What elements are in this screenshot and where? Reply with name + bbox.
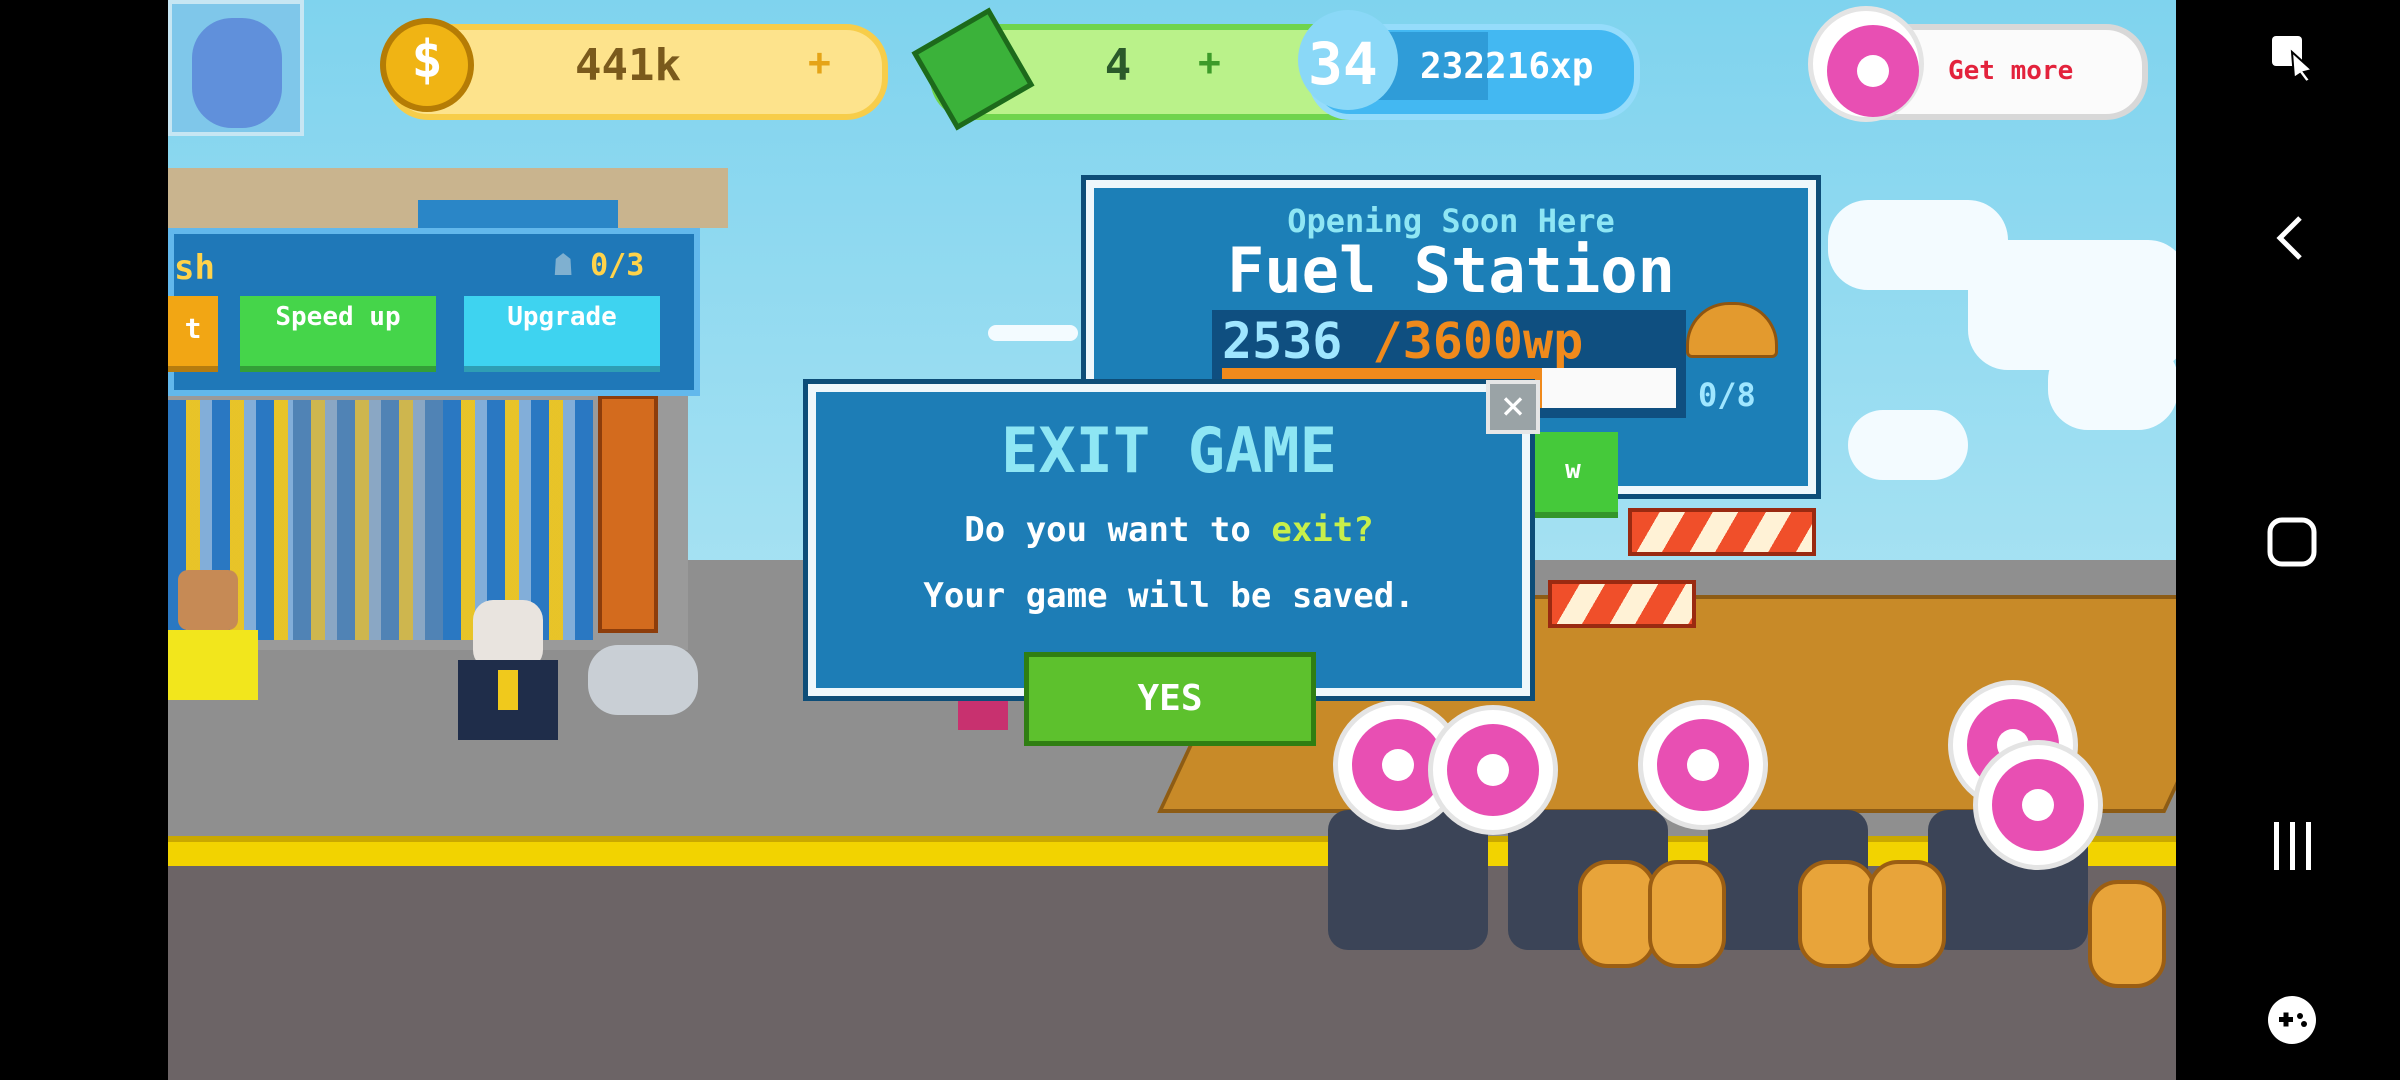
dialog-save-note: Your game will be saved. — [923, 576, 1415, 616]
dialog-question: Do you want to exit? — [816, 510, 1522, 550]
dialog-question-text: Do you want to — [964, 510, 1272, 550]
dialog-title: EXIT GAME — [1001, 414, 1337, 487]
system-navigation-bar — [2176, 0, 2400, 1080]
screen-recorder-icon[interactable] — [2266, 30, 2318, 82]
home-icon[interactable] — [2266, 516, 2318, 568]
exit-game-dialog: EXIT GAME Do you want to exit? Your game… — [808, 384, 1530, 696]
game-tools-icon[interactable] — [2266, 994, 2318, 1046]
recent-apps-icon[interactable] — [2266, 820, 2318, 872]
back-icon[interactable] — [2266, 212, 2318, 264]
close-icon[interactable]: × — [1486, 380, 1540, 434]
yes-button[interactable]: YES — [1024, 652, 1316, 746]
dialog-question-highlight: exit? — [1271, 510, 1374, 550]
game-viewport[interactable]: sh ☗ 0/3 t Speed up Upgrade Opening Soon… — [168, 0, 2176, 1080]
